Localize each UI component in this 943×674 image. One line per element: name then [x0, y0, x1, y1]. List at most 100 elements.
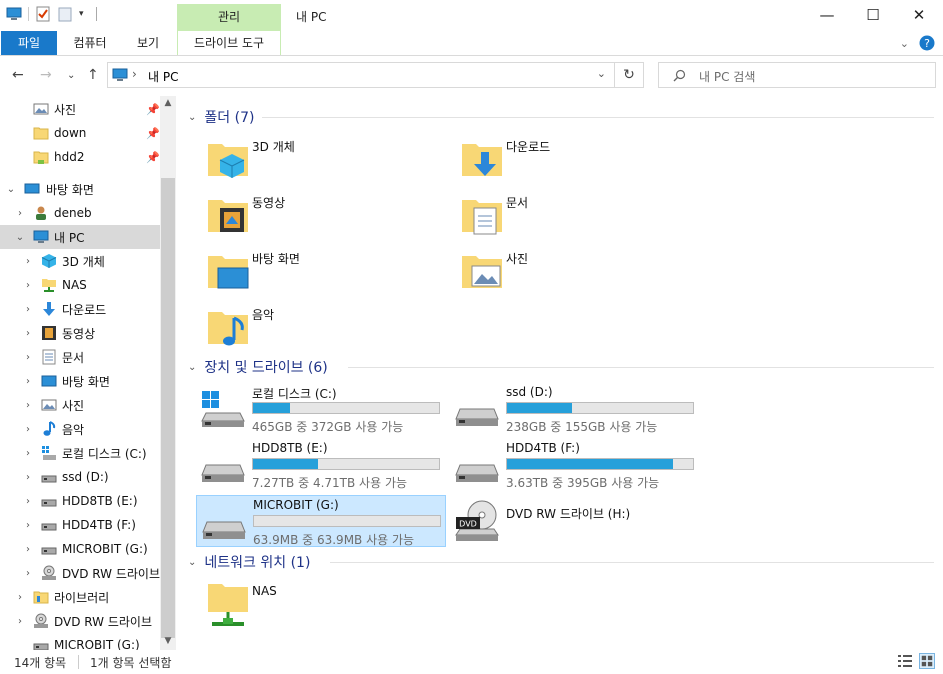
chevron-down-icon[interactable]: ⌄	[188, 362, 196, 373]
nav-item-dvd-root[interactable]: › DVD RW 드라이브	[0, 609, 160, 633]
nav-item-music[interactable]: › 음악	[0, 417, 160, 441]
chevron-right-icon[interactable]: ›	[15, 616, 25, 627]
nav-item-downloads[interactable]: › 다운로드	[0, 297, 160, 321]
nav-item-desktop-pc[interactable]: › 바탕 화면	[0, 369, 160, 393]
drive-tile-e[interactable]: HDD8TB (E:) 7.27TB 중 4.71TB 사용 가능	[196, 439, 446, 491]
chevron-right-icon[interactable]: ›	[23, 520, 33, 531]
chevron-right-icon[interactable]: ›	[23, 376, 33, 387]
scroll-up-icon[interactable]: ▲	[160, 98, 176, 108]
chevron-down-icon[interactable]: ⌄	[15, 232, 25, 243]
group-header-devices[interactable]: ⌄ 장치 및 드라이브 (6)	[188, 356, 328, 378]
drive-usage-bar	[253, 515, 441, 527]
nav-item-drive-g[interactable]: › MICROBIT (G:)	[0, 537, 160, 561]
maximize-button[interactable]: ☐	[850, 0, 896, 31]
help-icon[interactable]: ?	[919, 35, 935, 51]
nav-item-drive-f[interactable]: › HDD4TB (F:)	[0, 513, 160, 537]
drive-tile-f[interactable]: HDD4TB (F:) 3.63TB 중 395GB 사용 가능	[450, 439, 700, 491]
chevron-right-icon[interactable]: ›	[23, 304, 33, 315]
folder-tile-downloads[interactable]: 다운로드	[456, 132, 706, 184]
nav-item-libraries[interactable]: › 라이브러리	[0, 585, 160, 609]
chevron-right-icon[interactable]: ›	[23, 352, 33, 363]
chevron-right-icon[interactable]: ›	[23, 472, 33, 483]
address-dropdown-icon[interactable]: ⌄	[597, 67, 606, 80]
address-bar[interactable]: › 내 PC ⌄	[107, 62, 615, 88]
chevron-right-icon[interactable]: ›	[23, 496, 33, 507]
nav-item-microbit-root[interactable]: MICROBIT (G:)	[0, 633, 160, 650]
computer-icon[interactable]	[6, 6, 22, 22]
close-button[interactable]: ✕	[896, 0, 942, 31]
folder-tile-music[interactable]: 음악	[202, 300, 452, 352]
dvd-icon: DVD	[455, 500, 499, 541]
document-icon	[42, 349, 56, 365]
chevron-right-icon[interactable]: ›	[15, 208, 25, 219]
nav-item-pictures[interactable]: › 사진	[0, 393, 160, 417]
new-folder-icon[interactable]	[57, 6, 73, 22]
up-button[interactable]: ↑	[87, 67, 99, 83]
chevron-right-icon[interactable]: ›	[15, 592, 25, 603]
drive-tile-c[interactable]: 로컬 디스크 (C:) 465GB 중 372GB 사용 가능	[196, 383, 446, 435]
properties-icon[interactable]	[35, 6, 51, 22]
tab-view[interactable]: 보기	[124, 31, 172, 55]
nav-item-documents[interactable]: › 문서	[0, 345, 160, 369]
nav-item-this-pc[interactable]: ⌄ 내 PC	[0, 225, 160, 249]
drive-tile-g[interactable]: MICROBIT (G:) 63.9MB 중 63.9MB 사용 가능	[196, 495, 446, 547]
nav-scrollbar-thumb[interactable]	[161, 178, 175, 638]
nav-item-dvd[interactable]: › DVD RW 드라이브	[0, 561, 160, 585]
breadcrumb[interactable]: 내 PC	[148, 68, 178, 85]
chevron-right-icon[interactable]: ›	[23, 400, 33, 411]
nav-item-drive-c[interactable]: › 로컬 디스크 (C:)	[0, 441, 160, 465]
folder-tile-pictures[interactable]: 사진	[456, 244, 706, 296]
tab-file[interactable]: 파일	[1, 31, 57, 55]
drive-tile-h[interactable]: DVD DVD RW 드라이브 (H:)	[450, 495, 700, 547]
nav-item-user[interactable]: › deneb	[0, 201, 160, 225]
drive-tile-d[interactable]: ssd (D:) 238GB 중 155GB 사용 가능	[450, 383, 700, 435]
chevron-down-icon[interactable]: ⌄	[6, 184, 16, 195]
tab-computer[interactable]: 컴퓨터	[62, 31, 118, 55]
forward-button[interactable]: →	[40, 67, 52, 83]
chevron-right-icon[interactable]: ›	[23, 544, 33, 555]
details-view-icon[interactable]	[897, 653, 913, 669]
tab-drive-tools[interactable]: 드라이브 도구	[178, 31, 280, 55]
divider	[262, 117, 934, 118]
chevron-down-icon[interactable]: ⌄	[188, 557, 196, 568]
refresh-button[interactable]: ↻	[615, 62, 644, 88]
chevron-right-icon[interactable]: ›	[23, 568, 33, 579]
video-icon	[208, 200, 248, 232]
expand-ribbon-icon[interactable]: ⌄	[900, 37, 909, 50]
folder-tile-documents[interactable]: 문서	[456, 188, 706, 240]
nav-item-3d-objects[interactable]: › 3D 개체	[0, 249, 160, 273]
chevron-right-icon[interactable]: ›	[23, 424, 33, 435]
drive-usage-bar	[506, 458, 694, 470]
search-input[interactable]: 내 PC 검색	[658, 62, 936, 88]
title-bar: ▾ 관리 내 PC — ☐ ✕	[0, 0, 943, 31]
network-tile-nas[interactable]: NAS	[202, 578, 452, 630]
breadcrumb-separator[interactable]: ›	[132, 67, 137, 81]
folder-tile-desktop[interactable]: 바탕 화면	[202, 244, 452, 296]
nav-item-drive-d[interactable]: › ssd (D:)	[0, 465, 160, 489]
nav-item-quick-pictures[interactable]: 사진 📌	[0, 97, 160, 121]
group-header-folders[interactable]: ⌄ 폴더 (7)	[188, 106, 254, 128]
chevron-right-icon[interactable]: ›	[23, 256, 33, 267]
back-button[interactable]: ←	[12, 67, 24, 83]
chevron-right-icon[interactable]: ›	[23, 328, 33, 339]
nav-item-quick-down[interactable]: down 📌	[0, 121, 160, 145]
folder-tile-3d[interactable]: 3D 개체	[202, 132, 452, 184]
nav-item-quick-hdd2[interactable]: hdd2 📌	[0, 145, 160, 169]
3d-objects-icon	[41, 254, 57, 268]
nav-item-drive-e[interactable]: › HDD8TB (E:)	[0, 489, 160, 513]
chevron-right-icon[interactable]: ›	[23, 280, 33, 291]
customize-qat-icon[interactable]: ▾	[79, 9, 84, 19]
chevron-right-icon[interactable]: ›	[23, 448, 33, 459]
tiles-view-icon[interactable]	[919, 653, 935, 669]
group-header-network[interactable]: ⌄ 네트워크 위치 (1)	[188, 551, 310, 573]
status-item-count: 14개 항목	[14, 656, 67, 670]
scroll-down-icon[interactable]: ▼	[160, 636, 176, 646]
nav-item-desktop[interactable]: ⌄ 바탕 화면	[0, 177, 160, 201]
folder-tile-videos[interactable]: 동영상	[202, 188, 452, 240]
recent-locations-button[interactable]: ⌄	[67, 70, 75, 81]
nav-item-nas[interactable]: › NAS	[0, 273, 160, 297]
chevron-down-icon[interactable]: ⌄	[188, 112, 196, 123]
nav-item-videos[interactable]: › 동영상	[0, 321, 160, 345]
dvd-icon	[34, 613, 48, 628]
minimize-button[interactable]: —	[804, 0, 850, 31]
